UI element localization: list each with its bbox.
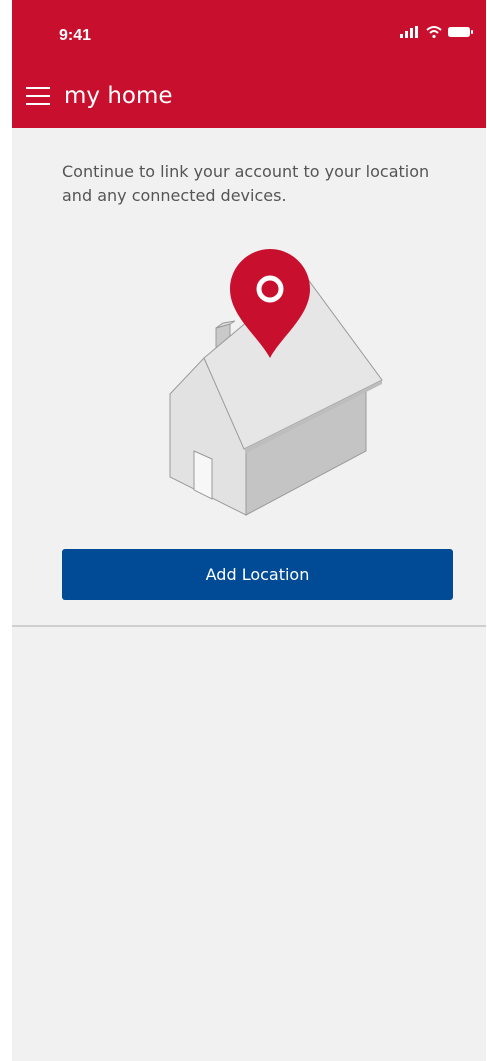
- battery-icon: [448, 27, 473, 37]
- status-time: 9:41: [59, 27, 92, 44]
- intro-text: Continue to link your account to your lo…: [62, 162, 430, 205]
- page-title: my home: [64, 83, 173, 109]
- app-header: 9:41 my home: [12, 0, 486, 128]
- house-with-location-pin-icon: [169, 249, 383, 516]
- app-screen: 9:41 my home Continue to link your accou…: [12, 0, 486, 1061]
- wifi-icon: [426, 26, 442, 38]
- hamburger-menu-icon[interactable]: [26, 86, 50, 106]
- add-location-button[interactable]: Add Location: [62, 549, 453, 600]
- divider: [12, 625, 486, 627]
- signal-icon: [400, 26, 418, 38]
- status-icons: [400, 26, 474, 38]
